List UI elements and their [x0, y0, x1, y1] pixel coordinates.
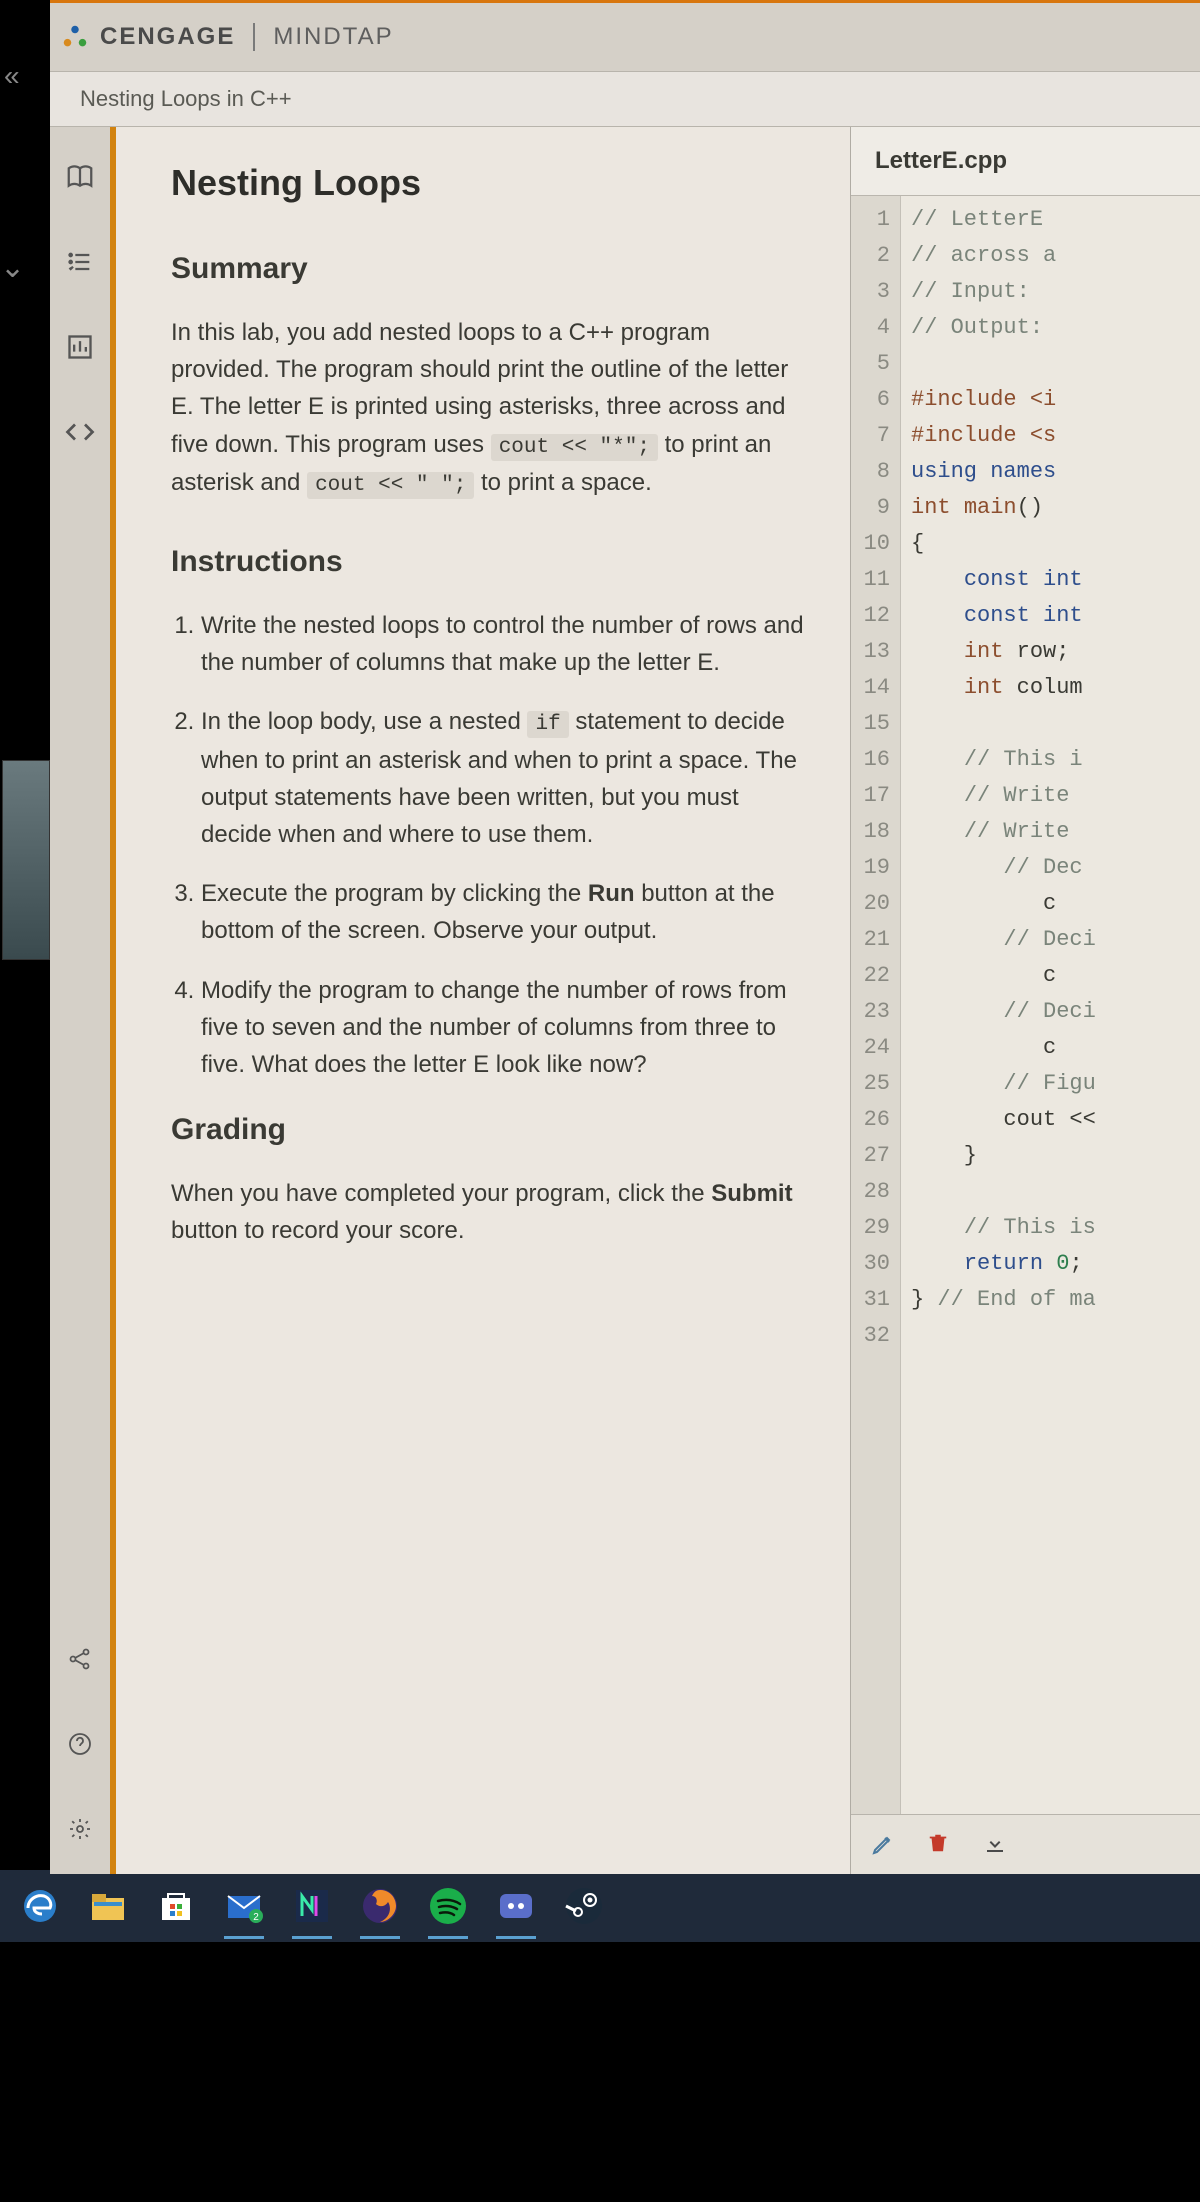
code-cout-star: cout << "*";: [491, 434, 658, 461]
logo-icon: [60, 22, 90, 52]
step-2-pre: In the loop body, use a nested: [201, 708, 527, 735]
gear-icon[interactable]: [65, 1814, 95, 1844]
instructions-panel: Nesting Loops Summary In this lab, you a…: [110, 127, 850, 1874]
background-window-thumb: [2, 760, 50, 960]
instructions-list: Write the nested loops to control the nu…: [171, 607, 810, 1083]
cengage-logo: CENGAGE: [60, 22, 235, 52]
grading-bold: Submit: [711, 1180, 792, 1207]
left-sidebar: [50, 127, 110, 1874]
step-3-bold: Run: [588, 880, 635, 907]
firefox-icon[interactable]: [360, 1886, 400, 1926]
file-explorer-icon[interactable]: [88, 1886, 128, 1926]
code-if: if: [527, 711, 568, 738]
share-icon[interactable]: [65, 1644, 95, 1674]
grading-heading: Grading: [171, 1113, 810, 1147]
file-tab[interactable]: LetterE.cpp: [851, 127, 1200, 196]
store-icon[interactable]: [156, 1886, 196, 1926]
code-icon[interactable]: [65, 417, 95, 447]
summary-post: to print a space.: [481, 469, 652, 496]
product-text: MINDTAP: [273, 23, 393, 51]
download-icon[interactable]: [983, 1832, 1009, 1858]
edge-icon[interactable]: [20, 1886, 60, 1926]
editor-toolbar: [851, 1814, 1200, 1874]
code-lines[interactable]: // LetterE// across a// Input:// Output:…: [901, 196, 1096, 1814]
step-4: Modify the program to change the number …: [201, 972, 810, 1084]
app-n-icon[interactable]: [292, 1886, 332, 1926]
collapse-icon[interactable]: «: [4, 60, 20, 92]
steam-icon[interactable]: [564, 1886, 604, 1926]
mail-icon[interactable]: 2: [224, 1886, 264, 1926]
summary-heading: Summary: [171, 252, 810, 286]
spotify-icon[interactable]: [428, 1886, 468, 1926]
code-editor: LetterE.cpp 1234567891011121314151617181…: [850, 127, 1200, 1874]
below-screen: [0, 1942, 1200, 2202]
summary-text: In this lab, you add nested loops to a C…: [171, 314, 810, 503]
step-3-pre: Execute the program by clicking the: [201, 880, 588, 907]
step-3: Execute the program by clicking the Run …: [201, 875, 810, 949]
grading-pre: When you have completed your program, cl…: [171, 1180, 711, 1207]
step-1: Write the nested loops to control the nu…: [201, 607, 810, 681]
line-numbers: 1234567891011121314151617181920212223242…: [851, 196, 901, 1814]
svg-text:2: 2: [253, 1912, 259, 1923]
discord-icon[interactable]: [496, 1886, 536, 1926]
chart-icon[interactable]: [65, 332, 95, 362]
instructions-heading: Instructions: [171, 545, 810, 579]
app-header: CENGAGE MINDTAP: [50, 3, 1200, 71]
grading-post: button to record your score.: [171, 1217, 464, 1244]
list-icon[interactable]: [65, 247, 95, 277]
breadcrumb: Nesting Loops in C++: [50, 71, 1200, 127]
edit-icon[interactable]: [871, 1832, 897, 1858]
windows-taskbar: 2: [0, 1870, 1200, 1942]
chevron-down-icon[interactable]: ⌄: [0, 250, 25, 285]
page-title: Nesting Loops: [171, 162, 810, 204]
book-icon[interactable]: [65, 162, 95, 192]
brand-text: CENGAGE: [100, 23, 235, 51]
code-area[interactable]: 1234567891011121314151617181920212223242…: [851, 196, 1200, 1814]
help-icon[interactable]: [65, 1729, 95, 1759]
trash-icon[interactable]: [927, 1832, 953, 1858]
grading-text: When you have completed your program, cl…: [171, 1175, 810, 1249]
divider: [253, 23, 255, 51]
step-2: In the loop body, use a nested if statem…: [201, 703, 810, 853]
code-cout-space: cout << " ";: [307, 472, 474, 499]
